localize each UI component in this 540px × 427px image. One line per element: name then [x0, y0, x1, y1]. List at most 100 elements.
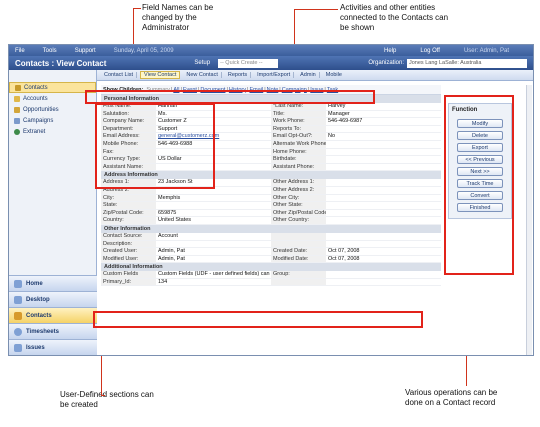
field-label: Assistant Phone: — [271, 163, 326, 172]
field-label: Custom Fields — [101, 271, 156, 279]
admin-button[interactable]: Admin — [297, 72, 320, 78]
field-label: Modified User: — [101, 255, 156, 264]
field-value: Oct 07, 2008 — [326, 256, 441, 264]
sidebar-item-label: Accounts — [23, 95, 48, 102]
field-value — [326, 195, 441, 203]
field-label: Birthdate: — [271, 156, 326, 164]
view-contact-button[interactable]: View Contact — [140, 71, 181, 79]
toolbar: Contact List View Contact New Contact Re… — [97, 70, 533, 81]
section-header-additional: Additional Information — [101, 263, 441, 272]
organization-select[interactable]: Jones Lang LaSalle: Australia — [407, 58, 527, 68]
title-bar: Contacts : View Contact Setup -- Quick C… — [9, 56, 533, 70]
field-label: Other Zip/Postal Code: — [271, 209, 326, 218]
field-value — [156, 241, 271, 249]
field-value: United States — [156, 217, 271, 225]
nav-label: Timesheets — [26, 328, 59, 335]
menu-tools[interactable]: Tools — [43, 48, 57, 54]
menu-bar: File Tools Support Sunday, April 05, 200… — [9, 45, 533, 56]
field-value: Account — [156, 233, 271, 241]
field-value: No — [326, 133, 441, 141]
field-value — [326, 156, 441, 164]
menu-file[interactable]: File — [15, 48, 25, 54]
vertical-scrollbar[interactable] — [526, 85, 532, 355]
field-label: City: — [101, 194, 156, 203]
reports-button[interactable]: Reports — [225, 72, 252, 78]
field-value — [326, 179, 441, 187]
field-value — [326, 149, 441, 157]
help-link[interactable]: Help — [384, 48, 396, 54]
issues-icon — [14, 343, 22, 352]
campaigns-icon — [14, 117, 20, 124]
field-label — [271, 278, 326, 287]
sidebar-item-label: Campaigns — [23, 117, 54, 124]
sidebar-item-extranet[interactable]: Extranet — [9, 126, 96, 137]
field-label: Primary_Id: — [101, 278, 156, 287]
user-label: User: Admin, Pat — [463, 47, 509, 54]
field-value — [326, 126, 441, 134]
nav-home[interactable]: Home — [9, 275, 97, 291]
additional-grid: Custom Fields Custom Fields (UDF - user d… — [101, 271, 441, 287]
field-value: Manager — [326, 111, 441, 119]
field-value — [326, 241, 441, 249]
import-export-button[interactable]: Import/Export — [254, 72, 295, 78]
home-icon — [14, 279, 22, 288]
sidebar-item-opportunities[interactable]: Opportunities — [9, 104, 96, 115]
field-value — [326, 202, 441, 210]
new-contact-button[interactable]: New Contact — [183, 72, 222, 78]
field-label: Contact Source: — [101, 232, 156, 241]
field-label: Description: — [101, 240, 156, 249]
mobile-button[interactable]: Mobile — [323, 72, 345, 78]
field-label: Group: — [271, 271, 326, 279]
field-value — [326, 271, 441, 279]
menu-support[interactable]: Support — [75, 48, 96, 54]
field-value — [326, 187, 441, 195]
field-value: 659875 — [156, 210, 271, 218]
nav-issues[interactable]: Issues — [9, 339, 97, 355]
sidebar-item-label: Opportunities — [23, 106, 59, 113]
sidebar-item-label: Extranet — [23, 128, 46, 135]
field-label: State: — [101, 202, 156, 210]
field-label: *Last Name: — [271, 103, 326, 111]
nav-timesheets[interactable]: Timesheets — [9, 323, 97, 339]
nav-label: Desktop — [26, 296, 50, 303]
field-label: Reports To: — [271, 125, 326, 134]
sidebar-item-accounts[interactable]: Accounts — [9, 93, 96, 104]
field-label: Other Address 2: — [271, 186, 326, 195]
field-label — [271, 232, 326, 241]
other-grid: Contact Source: Account Description: Create… — [101, 232, 441, 264]
callout-operations: Various operations can be done on a Cont… — [405, 388, 498, 407]
field-label: Modified Date: — [271, 255, 326, 264]
contact-list-button[interactable]: Contact List — [101, 72, 138, 78]
field-label: Title: — [271, 110, 326, 119]
field-value: Custom Fields (UDF - user defined fields… — [156, 271, 271, 279]
sidebar-item-campaigns[interactable]: Campaigns — [9, 115, 96, 126]
nav-label: Home — [26, 280, 43, 287]
field-value: 546-469-6987 — [326, 118, 441, 126]
logoff-link[interactable]: Log Off — [420, 48, 440, 54]
arrow-line — [133, 8, 141, 9]
desktop-icon — [14, 295, 22, 304]
callout-user-defined: User-Defined sections can be created — [60, 390, 154, 409]
setup-button[interactable]: Setup — [194, 60, 210, 66]
field-label — [271, 240, 326, 249]
sidebar-item-contacts[interactable]: Contacts — [9, 82, 96, 93]
callout-field-names: Field Names can be changed by the Admini… — [142, 3, 214, 32]
highlight-show-children — [85, 90, 375, 104]
quick-create-select[interactable]: -- Quick Create -- — [218, 58, 279, 68]
field-label: Work Phone: — [271, 118, 326, 126]
sidebar: Contacts Accounts Opportunities Campaign… — [9, 70, 97, 355]
section-header-other: Other Information — [101, 224, 441, 233]
field-value — [156, 202, 271, 210]
callout-activities: Activities and other entities connected … — [340, 3, 449, 32]
nav-desktop[interactable]: Desktop — [9, 291, 97, 307]
contacts-icon — [14, 311, 22, 320]
field-label: Other State: — [271, 202, 326, 210]
bottom-nav: Home Desktop Contacts Timesheets Issues — [9, 275, 97, 355]
field-label: Created Date: — [271, 248, 326, 256]
org-label: Organization: — [368, 60, 404, 66]
nav-label: Contacts — [26, 312, 52, 319]
contacts-icon — [15, 84, 21, 91]
nav-contacts[interactable]: Contacts — [9, 307, 97, 323]
field-value — [326, 279, 441, 287]
field-label: Alternate Work Phone: — [271, 140, 326, 149]
